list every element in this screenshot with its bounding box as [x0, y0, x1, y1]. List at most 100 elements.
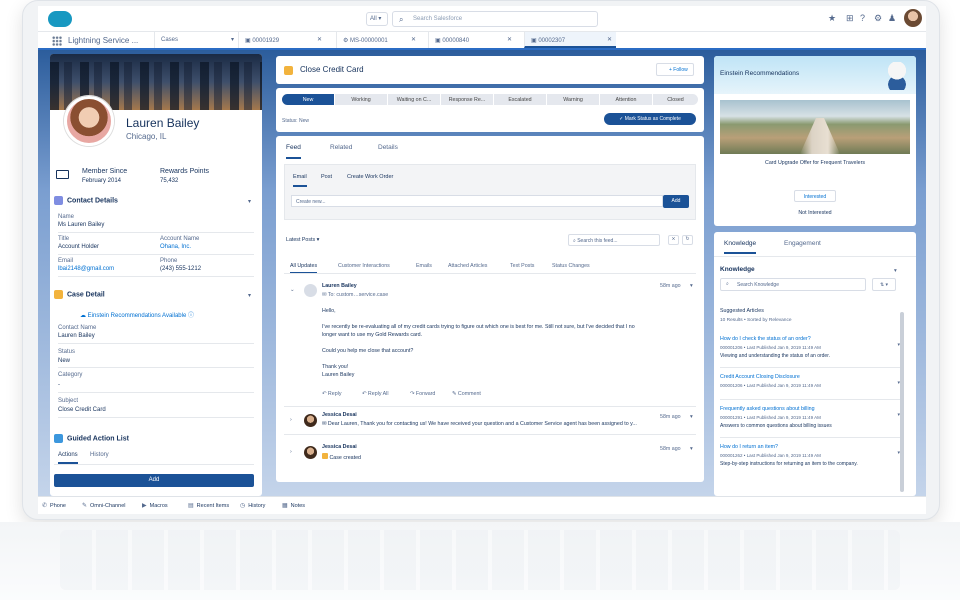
stage-waiting[interactable]: Waiting on C...: [388, 94, 440, 105]
tab-actions[interactable]: Actions: [58, 452, 78, 464]
close-icon[interactable]: ✕: [607, 36, 612, 43]
chevron-down-icon[interactable]: ▾: [894, 268, 897, 274]
publisher-tab-post[interactable]: Post: [321, 174, 332, 180]
filter-customer-interactions[interactable]: Customer Interactions: [338, 263, 390, 269]
object-picker[interactable]: Cases ▾: [154, 32, 238, 48]
tab-00002307[interactable]: ▣ 00002307 ✕: [524, 32, 616, 48]
close-icon[interactable]: ✕: [317, 36, 322, 43]
post-author[interactable]: Jessica Desai: [322, 412, 357, 418]
article-meta: 000001206 • Last Published Jan 9, 2019 1…: [720, 345, 821, 350]
einstein-available-link[interactable]: ☁ Einstein Recommendations Available ⓘ: [80, 310, 194, 319]
article-meta: 000001262 • Last Published Jan 9, 2019 1…: [720, 453, 821, 458]
mark-status-complete-button[interactable]: ✓ Mark Status as Complete: [604, 113, 696, 125]
stage-new[interactable]: New: [282, 94, 334, 105]
reply-button[interactable]: ↶ Reply: [322, 391, 341, 397]
stage-response[interactable]: Response Re...: [441, 94, 493, 105]
reply-all-button[interactable]: ↶ Reply All: [362, 391, 389, 397]
chevron-down-icon[interactable]: ▾: [690, 283, 693, 289]
tab-00000840[interactable]: ▣ 00000840 ✕: [428, 32, 516, 48]
favorites-star-icon[interactable]: ★: [828, 13, 836, 24]
user-avatar[interactable]: [904, 9, 922, 27]
create-new-input[interactable]: Create new...: [291, 195, 663, 207]
contact-details-header[interactable]: Contact Details: [54, 196, 118, 205]
subject-label: Subject: [58, 398, 79, 404]
close-icon[interactable]: ✕: [411, 36, 416, 43]
notifications-bell-icon[interactable]: ♟: [888, 13, 896, 24]
stage-escalated[interactable]: Escalated: [494, 94, 546, 105]
stage-attention[interactable]: Attention: [600, 94, 652, 105]
divider: [58, 343, 254, 344]
close-icon[interactable]: ✕: [507, 36, 512, 43]
article-meta: 000001206 • Last Published Jan 9, 2019 1…: [720, 383, 821, 388]
chevron-down-icon[interactable]: ▾: [690, 414, 693, 420]
refresh-icon[interactable]: ↻: [682, 235, 693, 245]
article-item[interactable]: Credit Account Closing Disclosure 000001…: [720, 372, 900, 400]
filter-text-posts[interactable]: Text Posts: [510, 263, 534, 269]
tab-ms-00000001[interactable]: ⚙ MS-00000001 ✕: [336, 32, 420, 48]
utility-omni-channel[interactable]: ✎ Omni-Channel: [82, 502, 126, 509]
tab-details[interactable]: Details: [378, 144, 398, 151]
stage-warning[interactable]: Warning: [547, 94, 599, 105]
salesforce-logo[interactable]: [48, 11, 72, 27]
filter-icon[interactable]: ⨯: [668, 235, 679, 245]
case-detail-header[interactable]: Case Detail: [54, 290, 105, 299]
forward-label: Forward: [415, 391, 436, 397]
tab-knowledge[interactable]: Knowledge: [724, 240, 757, 254]
chevron-right-icon[interactable]: ›: [290, 417, 292, 423]
post-author[interactable]: Jessica Desai: [322, 444, 357, 450]
global-search-input[interactable]: ⌕ Search Salesforce: [392, 11, 598, 27]
app-launcher-icon[interactable]: [52, 36, 62, 46]
article-title[interactable]: Credit Account Closing Disclosure: [720, 374, 800, 380]
chevron-down-icon[interactable]: ▾: [690, 446, 693, 452]
chevron-right-icon[interactable]: ›: [290, 449, 292, 455]
add-button[interactable]: Add: [663, 195, 689, 208]
publisher-tab-work-order[interactable]: Create Work Order: [347, 174, 393, 180]
status-value[interactable]: New: [58, 358, 70, 364]
stage-closed[interactable]: Closed: [653, 94, 698, 105]
chevron-down-icon[interactable]: ▾: [248, 198, 251, 205]
scrollbar[interactable]: [900, 312, 904, 492]
chevron-down-icon[interactable]: ⌄: [290, 287, 294, 293]
add-action-button[interactable]: Add: [54, 474, 254, 487]
knowledge-search-input[interactable]: ⌕ Search Knowledge: [720, 278, 866, 291]
tab-00001929[interactable]: ▣ 00001929 ✕: [238, 32, 326, 48]
utility-macros[interactable]: ▶ Macros: [142, 502, 168, 509]
forward-button[interactable]: ↷ Forward: [410, 391, 435, 397]
help-icon[interactable]: ?: [860, 13, 865, 23]
article-item[interactable]: How do I check the status of an order? 0…: [720, 334, 900, 368]
subject-value[interactable]: Close Credit Card: [58, 407, 106, 413]
comment-button[interactable]: ✎ Comment: [452, 391, 481, 397]
utility-phone[interactable]: ✆ Phone: [42, 502, 66, 509]
tab-engagement[interactable]: Engagement: [784, 240, 821, 247]
filter-status-changes[interactable]: Status Changes: [552, 263, 590, 269]
latest-posts-dropdown[interactable]: Latest Posts ▾: [286, 237, 319, 243]
tab-history[interactable]: History: [90, 452, 109, 458]
utility-history[interactable]: ◷ History: [240, 502, 265, 509]
filter-attached-articles[interactable]: Attached Articles: [448, 263, 487, 269]
feed-search-input[interactable]: ⌕ Search this feed...: [568, 234, 660, 246]
tab-related[interactable]: Related: [330, 144, 352, 151]
post-author[interactable]: Lauren Bailey: [322, 283, 357, 289]
filter-emails[interactable]: Emails: [416, 263, 432, 269]
setup-gear-icon[interactable]: ⚙: [874, 13, 882, 24]
follow-button[interactable]: + Follow: [656, 63, 694, 76]
article-item[interactable]: Frequently asked questions about billing…: [720, 404, 900, 438]
utility-recent-items[interactable]: ▤ Recent Items: [188, 502, 229, 509]
article-item[interactable]: How do I return an item? 000001262 • Las…: [720, 442, 900, 486]
interested-button[interactable]: Interested: [794, 190, 836, 202]
account-link[interactable]: Ohana, Inc.: [160, 244, 191, 250]
stage-working[interactable]: Working: [335, 94, 387, 105]
global-actions-icon[interactable]: ⊞: [846, 13, 854, 24]
publisher-tab-email[interactable]: Email: [293, 174, 307, 187]
article-title[interactable]: Frequently asked questions about billing: [720, 406, 815, 412]
search-scope-dropdown[interactable]: All ▾: [366, 12, 388, 26]
article-title[interactable]: How do I check the status of an order?: [720, 336, 811, 342]
article-title[interactable]: How do I return an item?: [720, 444, 778, 450]
utility-notes[interactable]: ▦ Notes: [282, 502, 305, 509]
not-interested-link[interactable]: Not Interested: [714, 210, 916, 216]
sort-button[interactable]: ⇅ ▾: [872, 278, 896, 291]
chevron-down-icon[interactable]: ▾: [248, 292, 251, 299]
category-value[interactable]: -: [58, 382, 60, 388]
email-link[interactable]: lbai2148@gmail.com: [58, 266, 114, 272]
tab-feed[interactable]: Feed: [286, 144, 301, 159]
